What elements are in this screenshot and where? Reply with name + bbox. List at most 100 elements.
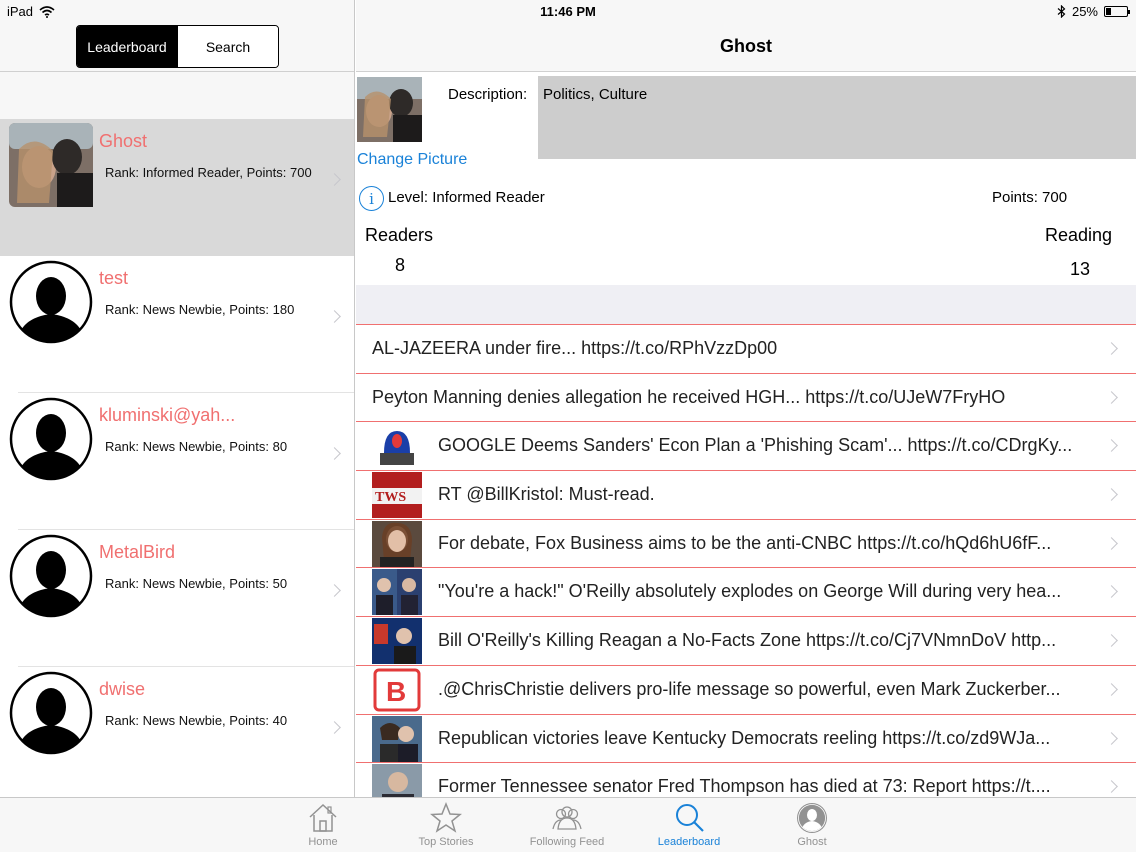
- svg-text:B: B: [386, 676, 406, 707]
- tab-bar: Home Top Stories Following Feed Leaderboard…: [0, 797, 1136, 852]
- story-thumbnail: [372, 618, 422, 665]
- user-name: dwise: [99, 679, 146, 699]
- chevron-right-icon: [1105, 634, 1118, 647]
- segment-search[interactable]: Search: [177, 26, 278, 67]
- leaderboard-row[interactable]: dwise Rank: News Newbie, Points: 40: [0, 667, 354, 797]
- user-photo-avatar: [9, 123, 93, 207]
- feed-row[interactable]: Peyton Manning denies allegation he rece…: [356, 372, 1136, 422]
- change-picture-link[interactable]: Change Picture: [357, 151, 467, 169]
- tab-label: Top Stories: [418, 836, 474, 848]
- star-icon: [430, 801, 462, 833]
- bluetooth-icon: [1057, 5, 1066, 18]
- story-thumbnail: [372, 423, 422, 470]
- chevron-right-icon: [1105, 585, 1118, 599]
- leaderboard-pane: Leaderboard Search Ghost Rank: Informed R…: [0, 0, 355, 797]
- chevron-right-icon: [1105, 390, 1118, 404]
- chevron-right-icon: [328, 447, 341, 460]
- tab-leaderboard[interactable]: Leaderboard: [629, 798, 749, 852]
- tab-home[interactable]: Home: [263, 798, 383, 852]
- status-time: 11:46 PM: [540, 4, 596, 19]
- profile-icon: [797, 803, 827, 833]
- story-headline: Republican victories leave Kentucky Demo…: [438, 727, 1051, 748]
- user-rank: Rank: News Newbie, Points: 80: [105, 439, 288, 454]
- story-headline: Former Tennessee senator Fred Thompson h…: [438, 776, 1051, 797]
- tab-label: Home: [308, 836, 338, 848]
- default-avatar-icon: [9, 671, 93, 755]
- feed-row[interactable]: Bill O'Reilly's Killing Reagan a No-Fact…: [356, 616, 1136, 665]
- battery-fill: [1106, 8, 1111, 15]
- story-headline: Bill O'Reilly's Killing Reagan a No-Fact…: [438, 630, 1057, 651]
- story-headline: For debate, Fox Business aims to be the …: [438, 532, 1052, 553]
- chevron-right-icon: [1105, 780, 1118, 794]
- level-label: Level: Informed Reader: [388, 189, 545, 206]
- user-name: MetalBird: [99, 542, 176, 562]
- readers-label[interactable]: Readers: [365, 225, 433, 246]
- tab-ghost[interactable]: Ghost: [752, 798, 872, 852]
- user-rank: Rank: Informed Reader, Points: 700: [105, 165, 312, 180]
- feed-row[interactable]: "You're a hack!" O'Reilly absolutely exp…: [356, 567, 1136, 617]
- description-label: Description:: [448, 86, 528, 103]
- story-thumbnail: [372, 569, 422, 616]
- status-bar: iPad 11:46 PM 25%: [0, 0, 1136, 24]
- battery-percent: 25%: [1071, 4, 1098, 19]
- segment-leaderboard[interactable]: Leaderboard: [77, 26, 177, 67]
- feed-row[interactable]: Republican victories leave Kentucky Demo…: [356, 713, 1136, 763]
- house-icon: [309, 803, 337, 832]
- user-name: kluminski@yah...: [99, 405, 236, 425]
- readers-count[interactable]: 8: [395, 255, 405, 276]
- story-headline: Peyton Manning denies allegation he rece…: [372, 386, 1006, 407]
- chevron-right-icon: [1105, 536, 1118, 550]
- svg-text:TWS: TWS: [375, 490, 406, 505]
- user-name: test: [99, 268, 129, 288]
- segmented-control: Leaderboard Search: [76, 25, 279, 68]
- tab-label: Following Feed: [529, 836, 605, 848]
- chevron-right-icon: [1105, 439, 1118, 453]
- chevron-right-icon: [1105, 488, 1118, 501]
- feed-row[interactable]: For debate, Fox Business aims to be the …: [356, 518, 1136, 568]
- user-rank: Rank: News Newbie, Points: 50: [105, 576, 288, 591]
- chevron-right-icon: [328, 173, 341, 186]
- chevron-right-icon: [328, 310, 341, 323]
- leaderboard-row[interactable]: test Rank: News Newbie, Points: 180: [0, 256, 354, 393]
- reading-label[interactable]: Reading: [1045, 225, 1112, 246]
- user-name: Ghost: [99, 131, 148, 151]
- default-avatar-icon: [9, 397, 93, 481]
- user-rank: Rank: News Newbie, Points: 40: [105, 713, 288, 728]
- chevron-right-icon: [1105, 731, 1118, 745]
- chevron-right-icon: [328, 584, 341, 597]
- leaderboard-row[interactable]: MetalBird Rank: News Newbie, Points: 50: [0, 530, 354, 667]
- info-icon[interactable]: i: [359, 186, 384, 211]
- story-headline: RT @BillKristol: Must-read.: [438, 484, 655, 505]
- chevron-right-icon: [1105, 342, 1118, 355]
- feed-row[interactable]: B .@ChrisChristie delivers pro-life messa…: [356, 664, 1136, 714]
- feed-row[interactable]: TWS RT @BillKristol: Must-read.: [356, 470, 1136, 519]
- story-headline: "You're a hack!" O'Reilly absolutely exp…: [438, 581, 1062, 602]
- story-thumbnail: [372, 715, 422, 762]
- magnifier-icon: [676, 804, 704, 832]
- story-headline: AL-JAZEERA under fire... https://t.co/RP…: [372, 338, 778, 358]
- battery-icon: [1104, 6, 1130, 17]
- chevron-right-icon: [1105, 682, 1118, 696]
- default-avatar-icon: [9, 534, 93, 618]
- feed-row[interactable]: AL-JAZEERA under fire... https://t.co/RP…: [356, 324, 1136, 373]
- points-label: Points: 700: [992, 189, 1068, 206]
- story-thumbnail: TWS: [372, 472, 422, 519]
- story-headline: .@ChrisChristie delivers pro-life messag…: [438, 678, 1061, 699]
- tab-top-stories[interactable]: Top Stories: [386, 798, 506, 852]
- leaderboard-row[interactable]: Ghost Rank: Informed Reader, Points: 700: [0, 119, 354, 256]
- story-feed: AL-JAZEERA under fire... https://t.co/RP…: [356, 324, 1136, 811]
- story-thumbnail: B: [372, 666, 422, 713]
- description-field[interactable]: Politics, Culture: [538, 76, 1136, 159]
- leaderboard-list: Ghost Rank: Informed Reader, Points: 700 t…: [0, 119, 354, 797]
- tab-label: Leaderboard: [657, 836, 721, 848]
- user-rank: Rank: News Newbie, Points: 180: [105, 302, 295, 317]
- profile-photo[interactable]: [357, 77, 422, 142]
- reading-count[interactable]: 13: [1070, 259, 1090, 280]
- tab-following-feed[interactable]: Following Feed: [507, 798, 627, 852]
- section-spacer: [356, 285, 1136, 324]
- feed-row[interactable]: GOOGLE Deems Sanders' Econ Plan a 'Phish…: [356, 421, 1136, 471]
- story-thumbnail: [372, 520, 422, 567]
- status-right: 25%: [1057, 4, 1130, 19]
- leaderboard-row[interactable]: kluminski@yah... Rank: News Newbie, Point…: [0, 393, 354, 530]
- page-title: Ghost: [720, 36, 772, 56]
